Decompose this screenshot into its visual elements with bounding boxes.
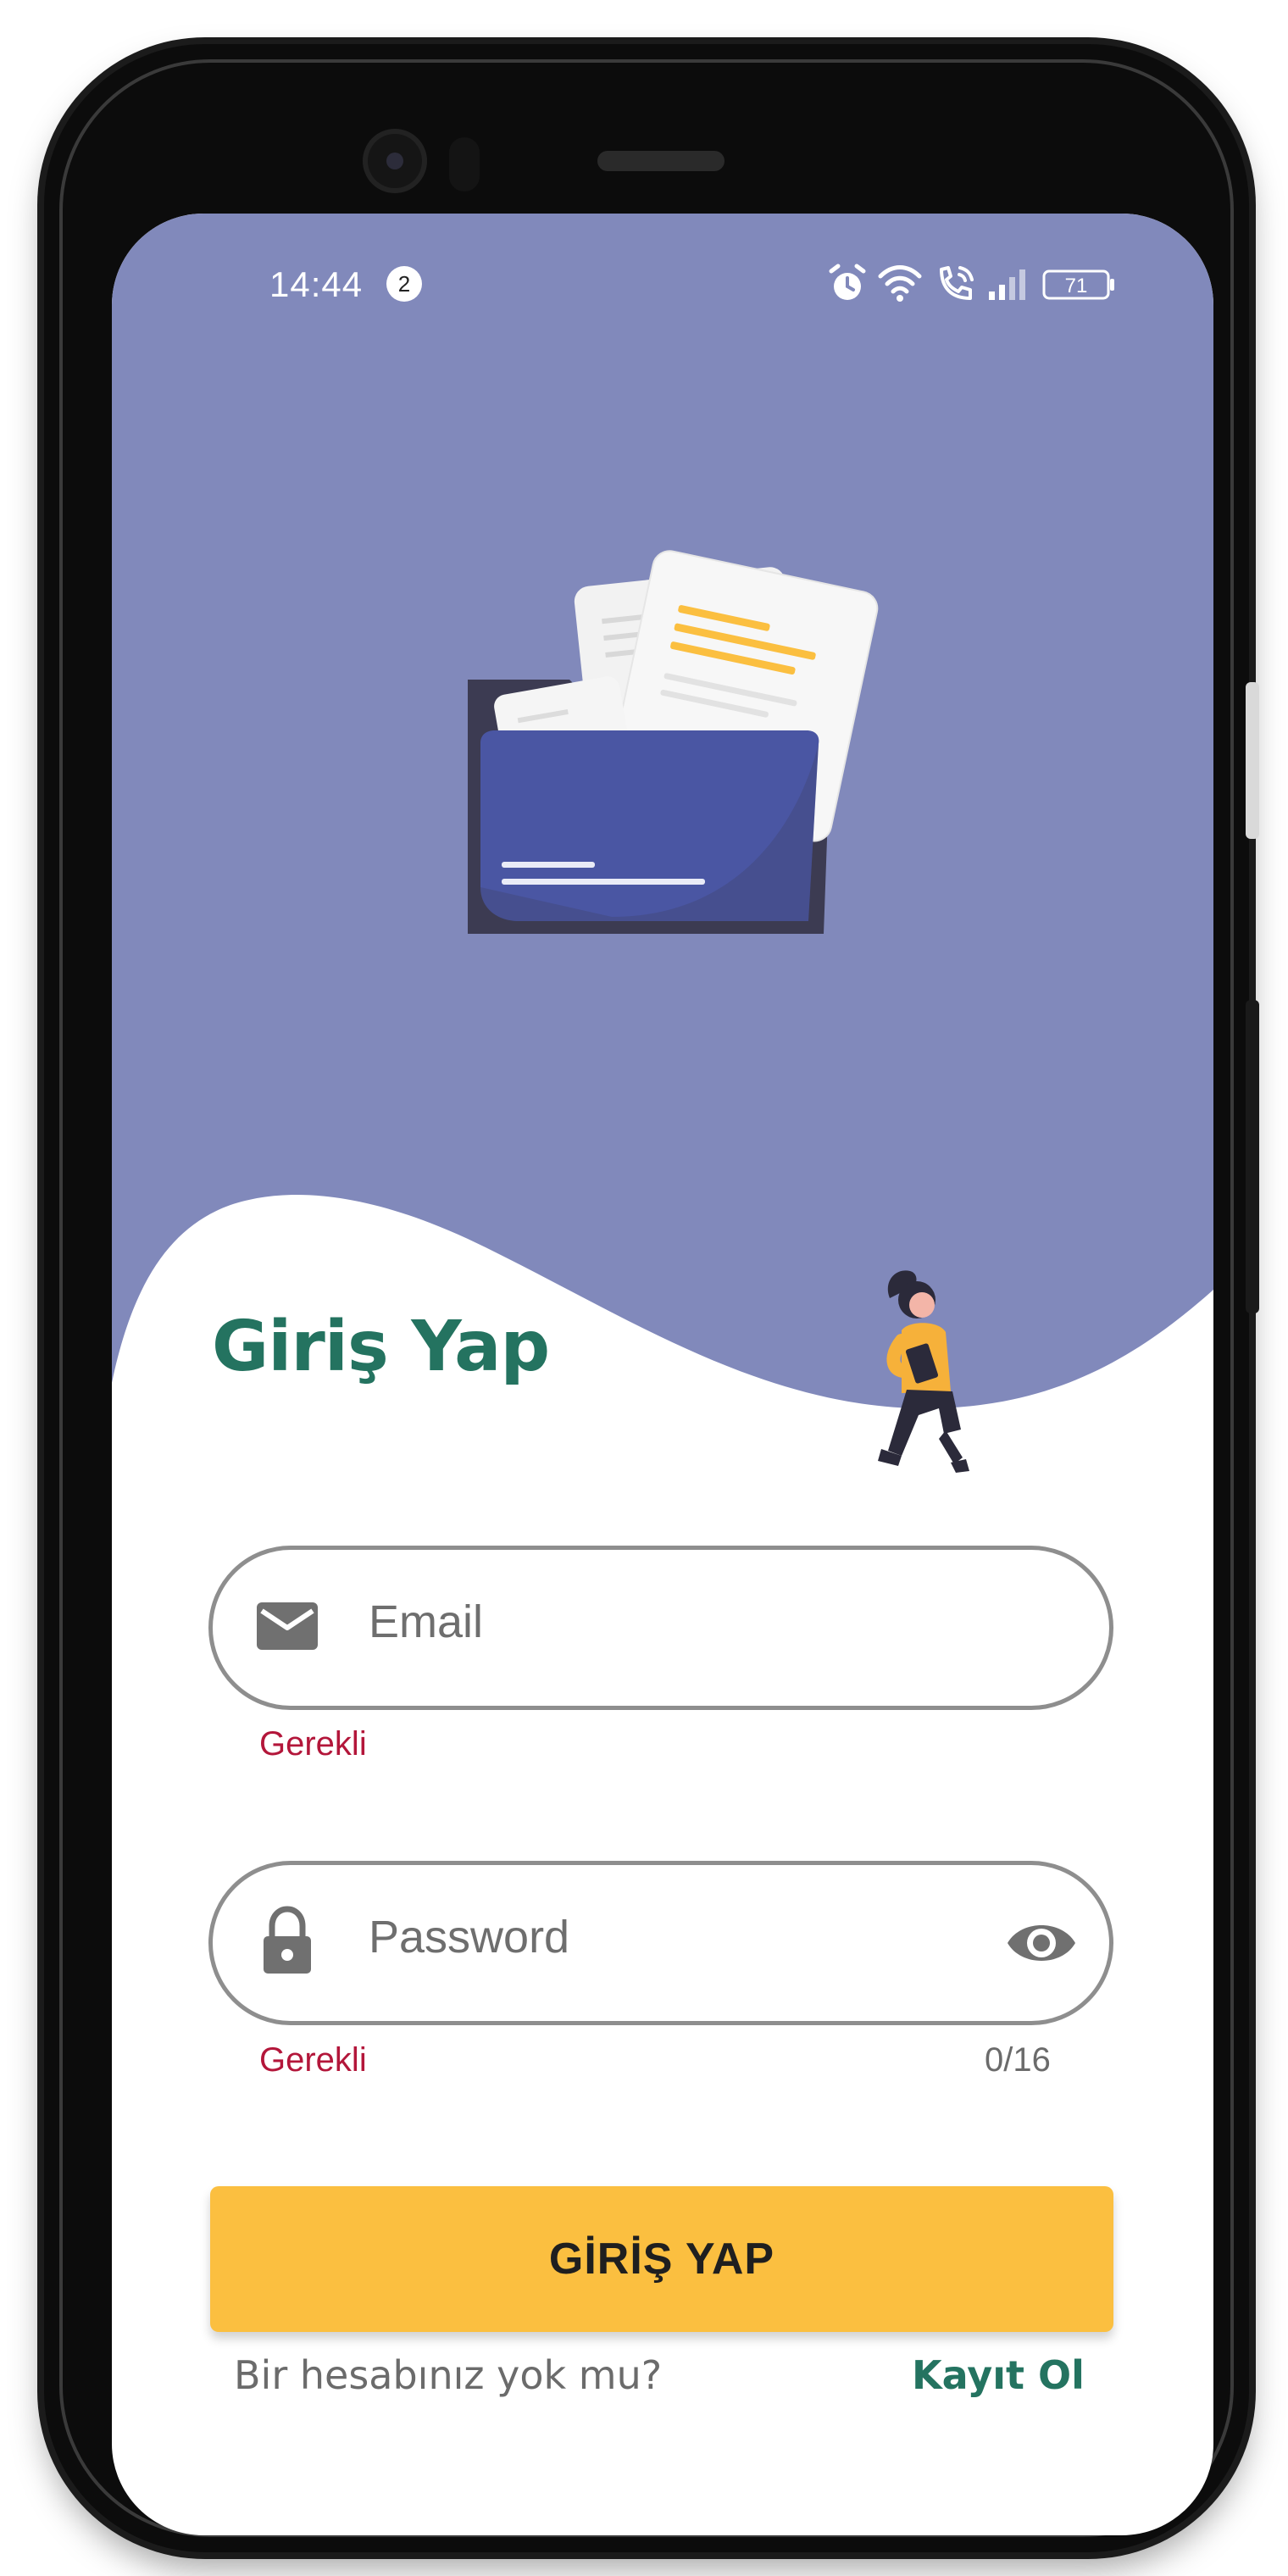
status-icons: 71 — [828, 263, 1150, 305]
notification-count-badge: 2 — [386, 266, 422, 302]
password-error-text: Gerekli — [259, 2041, 367, 2079]
password-input[interactable]: Password — [369, 1911, 569, 1963]
earpiece-speaker — [597, 151, 724, 171]
password-char-counter: 0/16 — [985, 2041, 1051, 2079]
email-error-text: Gerekli — [259, 1725, 367, 1763]
wifi-icon — [878, 265, 922, 302]
battery-icon: 71 — [1042, 269, 1114, 300]
password-field[interactable]: Password — [208, 1861, 1113, 2025]
battery-level: 71 — [1065, 275, 1088, 297]
mail-icon — [257, 1602, 318, 1650]
status-time: 14:44 — [269, 264, 364, 304]
email-input[interactable]: Email — [369, 1596, 483, 1648]
app-screen: 14:44 2 71 Giriş Yap Email Gerekli Passw… — [112, 214, 1213, 2535]
email-field[interactable]: Email — [208, 1546, 1113, 1710]
front-camera — [363, 129, 427, 193]
folder-documents-illustration — [468, 550, 879, 934]
login-button[interactable]: GİRİŞ YAP — [210, 2186, 1113, 2332]
wifi-calling-icon — [940, 266, 974, 300]
register-link[interactable]: Kayıt Ol — [912, 2352, 1085, 2398]
power-button — [1246, 1000, 1259, 1313]
volume-button — [1246, 682, 1259, 839]
no-account-text: Bir hesabınız yok mu? — [234, 2352, 663, 2398]
page-title: Giriş Yap — [212, 1307, 550, 1387]
alarm-icon — [829, 264, 866, 300]
lock-icon — [264, 1906, 311, 1974]
device-mockup: 14:44 2 71 Giriş Yap Email Gerekli Passw… — [0, 0, 1288, 2576]
signal-icon — [989, 269, 1025, 300]
proximity-sensor — [449, 137, 480, 192]
eye-icon[interactable] — [1004, 1911, 1079, 1975]
